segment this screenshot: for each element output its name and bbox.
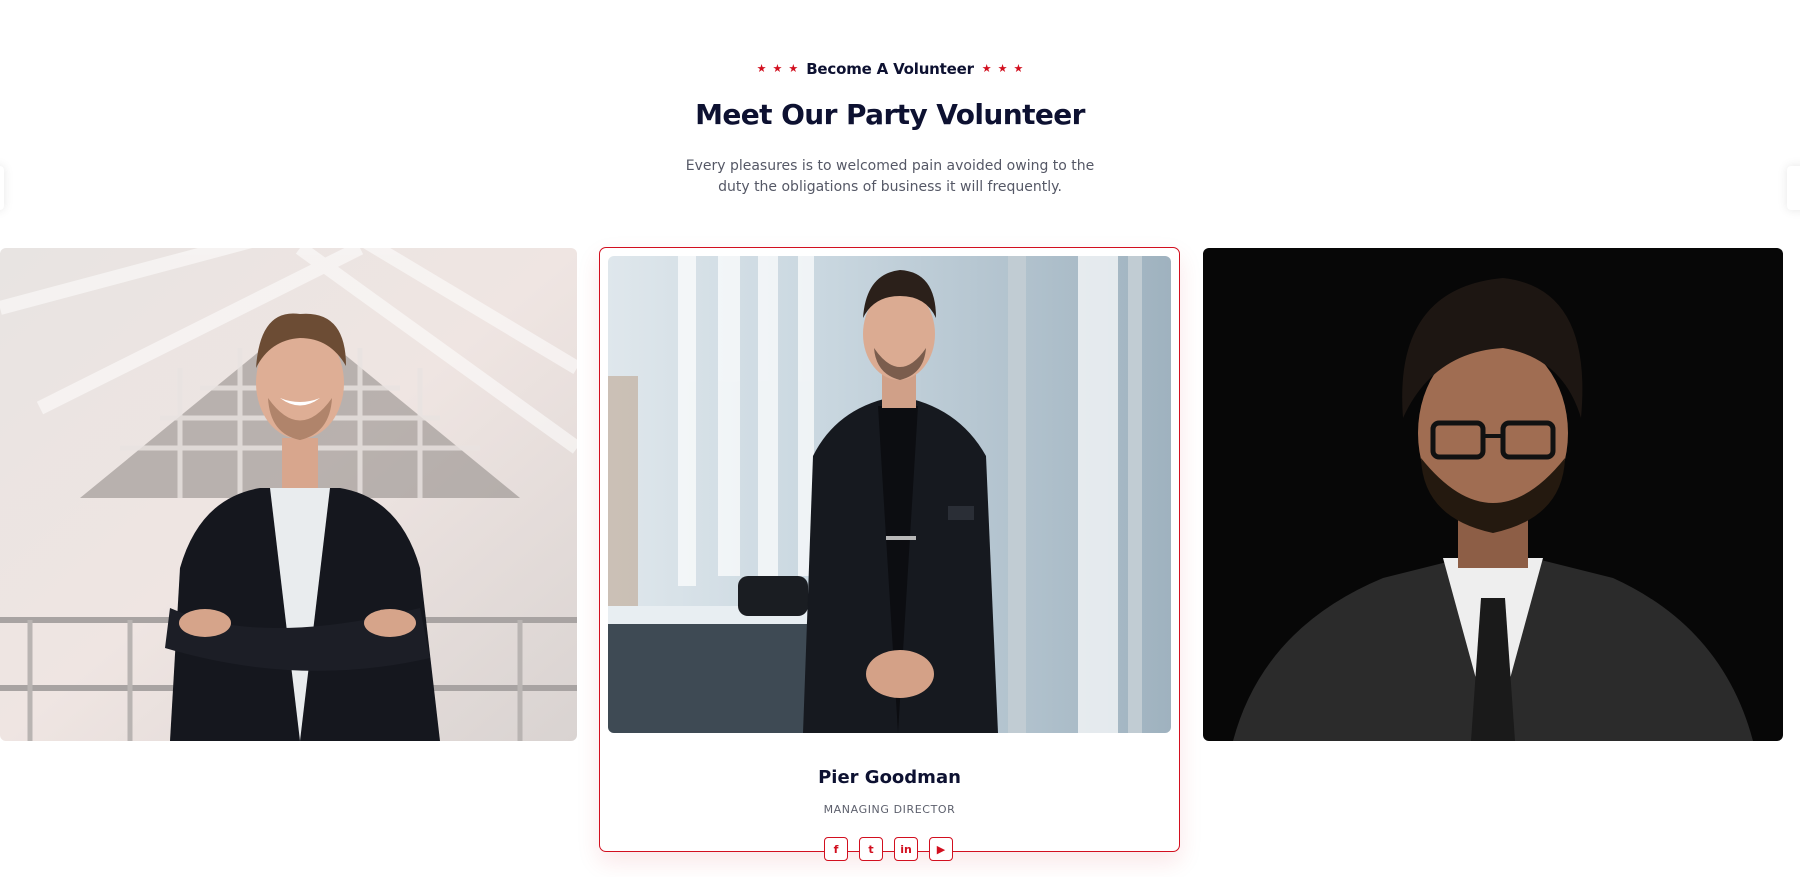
section-subtitle-row: ★ ★ ★ Become A Volunteer ★ ★ ★ xyxy=(0,60,1780,78)
star-icon: ★ xyxy=(997,62,1008,75)
member-role: MANAGING DIRECTOR xyxy=(823,803,956,816)
decor-stars-left: ★ ★ ★ xyxy=(756,62,799,75)
volunteer-section: ★ ★ ★ Become A Volunteer ★ ★ ★ Meet Our … xyxy=(0,0,1800,877)
star-icon: ★ xyxy=(1013,62,1024,75)
volunteer-card[interactable] xyxy=(1203,248,1783,741)
volunteer-photo xyxy=(0,248,577,741)
star-icon: ★ xyxy=(788,62,799,75)
social-links: f t in ▶ xyxy=(824,837,953,861)
volunteer-photo xyxy=(1203,248,1783,741)
volunteer-card[interactable] xyxy=(0,248,577,741)
youtube-icon[interactable]: ▶ xyxy=(929,837,953,861)
section-subtitle: Become A Volunteer xyxy=(806,60,974,78)
twitter-icon[interactable]: t xyxy=(859,837,883,861)
star-icon: ★ xyxy=(756,62,767,75)
star-icon: ★ xyxy=(981,62,992,75)
section-description: Every pleasures is to welcomed pain avoi… xyxy=(685,158,1095,195)
member-name: Pier Goodman xyxy=(818,767,961,788)
star-icon: ★ xyxy=(772,62,783,75)
slider-prev-button[interactable] xyxy=(0,166,4,210)
decor-stars-right: ★ ★ ★ xyxy=(981,62,1024,75)
facebook-icon[interactable]: f xyxy=(824,837,848,861)
slider-next-button[interactable] xyxy=(1787,166,1800,210)
volunteer-card-active[interactable]: Pier Goodman MANAGING DIRECTOR xyxy=(599,247,1180,852)
linkedin-icon[interactable]: in xyxy=(894,837,918,861)
section-title: Meet Our Party Volunteer xyxy=(695,98,1085,131)
volunteer-photo xyxy=(608,256,1171,733)
